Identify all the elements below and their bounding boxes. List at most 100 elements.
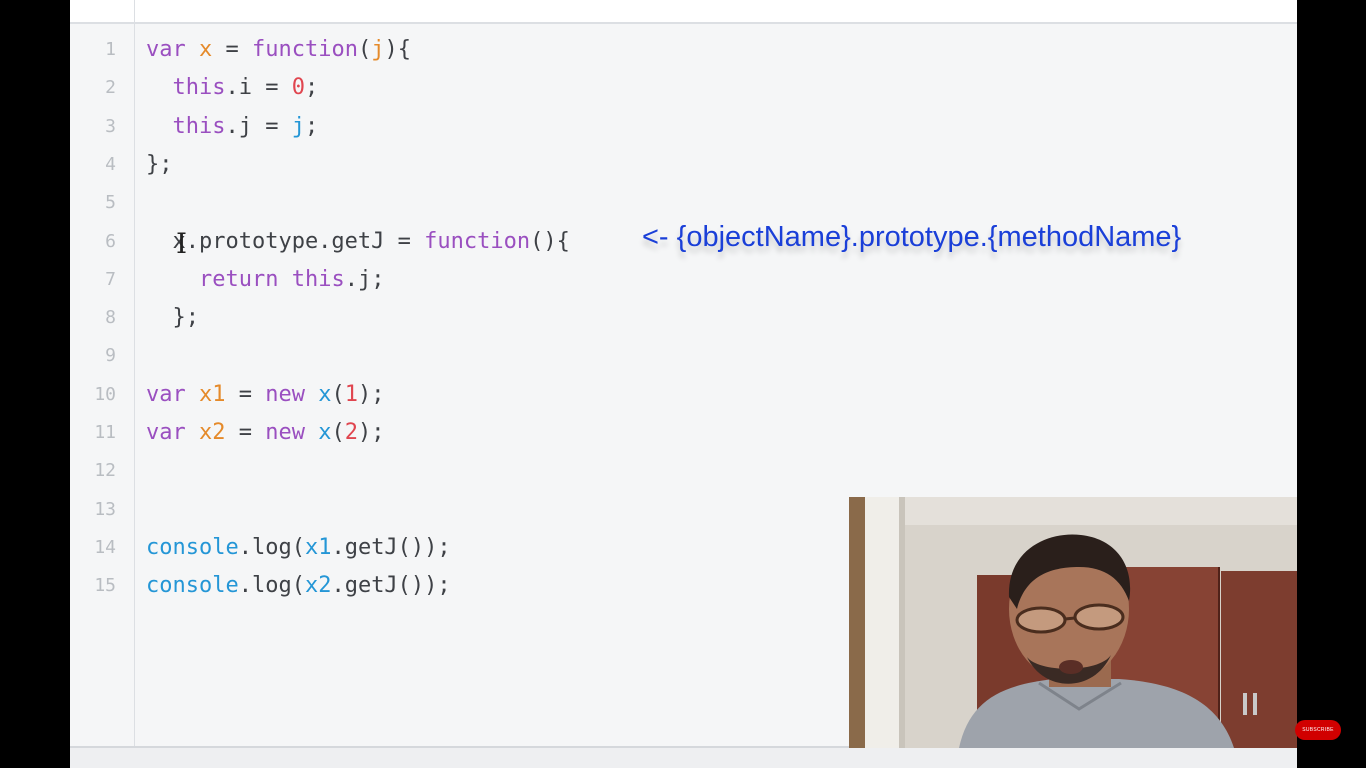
code-line[interactable]: 10 var x1 = new x(1); (70, 376, 1297, 414)
code-token: .getJ()); (331, 573, 451, 599)
code-token: function (424, 228, 531, 254)
line-number: 12 (94, 460, 116, 482)
line-number: 1 (105, 39, 116, 60)
code-token: .getJ()); (331, 534, 451, 560)
code-text[interactable]: var x = function(j){ (146, 31, 411, 69)
line-number: 10 (94, 383, 116, 405)
code-token: console (146, 534, 239, 560)
code-token: ( (331, 381, 345, 407)
code-token: = (225, 381, 266, 407)
line-number: 13 (94, 498, 116, 520)
line-number: 15 (94, 575, 116, 597)
code-token: x2 (304, 573, 332, 599)
line-number: 9 (105, 345, 116, 367)
code-token: function (252, 37, 358, 62)
code-token: 1 (344, 381, 358, 407)
line-number: 8 (105, 307, 116, 329)
code-token: .i = (225, 75, 292, 101)
code-text[interactable]: }; (146, 146, 173, 184)
code-token: .j; (344, 266, 385, 292)
line-number: 4 (105, 153, 116, 175)
code-token: 0 (291, 75, 305, 101)
code-text[interactable]: return this.j; (146, 261, 384, 299)
presenter-webcam-overlay (849, 497, 1297, 748)
line-number: 3 (105, 115, 116, 137)
code-line[interactable]: 9 (70, 337, 1297, 375)
code-token: .log( (238, 534, 305, 560)
code-token: var (146, 37, 186, 62)
code-token: ); (358, 420, 385, 445)
code-text[interactable]: this.i = 0; (146, 69, 319, 107)
code-token: x (318, 381, 332, 407)
code-token: var (146, 381, 186, 407)
editor-top-bar (70, 0, 1297, 24)
code-token: = (212, 37, 252, 62)
code-token: new (265, 381, 305, 407)
code-line[interactable]: 5 (70, 184, 1297, 222)
presenter-webcam-icon (849, 497, 1297, 748)
line-number: 7 (105, 268, 116, 290)
top-bar-gutter (70, 0, 135, 22)
code-token: ( (331, 420, 345, 445)
code-token: ; (304, 75, 319, 101)
code-token: x (199, 37, 213, 62)
code-token: ){ (384, 37, 411, 62)
code-text[interactable]: }; (146, 299, 199, 337)
code-token: (){ (530, 228, 570, 254)
code-text[interactable]: x.prototype.getJ = function(){ (146, 223, 570, 261)
code-text[interactable]: console.log(x2.getJ()); (146, 567, 451, 605)
code-token: this (172, 113, 226, 139)
code-line[interactable]: 2 this.i = 0; (70, 69, 1297, 107)
code-line[interactable]: 1 var x = function(j){ (70, 31, 1297, 69)
subscribe-badge[interactable]: SUBSCRIBE (1295, 720, 1341, 740)
code-token: x1 (304, 534, 332, 560)
code-line[interactable]: 4}; (70, 146, 1297, 184)
code-token: }; (146, 151, 173, 177)
code-token: x (318, 420, 332, 445)
code-token: this (291, 266, 345, 292)
code-line[interactable]: 8 }; (70, 299, 1297, 337)
code-token: .log( (238, 573, 305, 599)
code-token: j (291, 113, 305, 139)
code-text[interactable]: var x2 = new x(2); (146, 414, 385, 452)
code-token: x2 (199, 420, 226, 445)
code-token: ); (358, 381, 385, 407)
code-token: x.prototype.getJ = (146, 228, 425, 254)
code-line[interactable]: 12 (70, 452, 1297, 490)
code-line[interactable]: 11 var x2 = new x(2); (70, 414, 1297, 452)
code-token: x1 (199, 381, 226, 407)
code-text[interactable]: console.log(x1.getJ()); (146, 529, 451, 567)
line-number: 6 (105, 230, 116, 252)
code-token: j (371, 37, 385, 62)
code-token: ; (304, 113, 319, 139)
code-token: new (265, 420, 305, 445)
code-token: console (146, 573, 239, 599)
code-token: return (198, 266, 279, 292)
prototype-annotation: <- {objectName}.prototype.{methodName} (642, 221, 1182, 253)
code-text[interactable]: var x1 = new x(1); (146, 376, 385, 414)
line-number: 11 (94, 422, 116, 443)
code-token: 2 (344, 420, 358, 445)
code-text[interactable]: this.j = j; (146, 108, 319, 146)
code-token: = (225, 420, 266, 445)
code-line[interactable]: 7 return this.j; (70, 261, 1297, 299)
editor-bottom-bar (70, 746, 1297, 768)
code-line[interactable]: 3 this.j = j; (70, 108, 1297, 146)
line-number: 2 (105, 77, 116, 99)
line-number: 5 (105, 192, 116, 214)
code-token: this (172, 75, 226, 101)
code-token: .j = (225, 113, 292, 139)
line-number: 14 (94, 536, 116, 558)
code-token: }; (146, 305, 199, 331)
code-token: ( (357, 37, 372, 62)
code-token: var (146, 420, 186, 445)
